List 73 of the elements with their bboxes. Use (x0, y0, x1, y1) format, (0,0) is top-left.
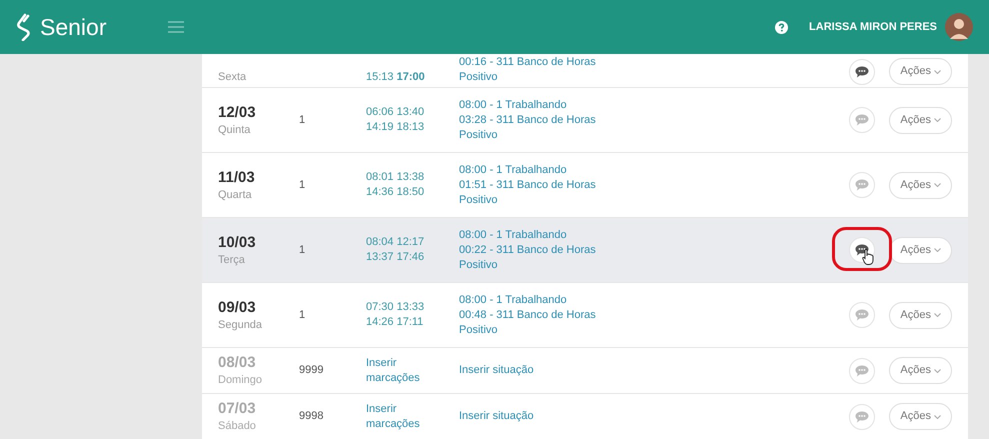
insert-status-link[interactable]: Inserir situação (459, 363, 819, 378)
actions-dropdown[interactable]: Ações (889, 106, 952, 134)
chevron-down-icon (934, 183, 941, 187)
menu-icon[interactable] (168, 21, 184, 33)
date: 12/03 (218, 102, 257, 122)
punch-times: 08:01 13:38 (366, 170, 426, 185)
punch-times: 08:04 12:17 (366, 235, 426, 250)
status-line: 08:00 - 1 Trabalhando (459, 98, 568, 112)
actions-dropdown[interactable]: Ações (889, 236, 952, 264)
chevron-down-icon (934, 248, 941, 252)
weekday: Quinta (218, 122, 252, 138)
date: 07/03 (218, 399, 257, 418)
punch-times: 15:13 17:00 (366, 70, 426, 85)
actions-dropdown[interactable]: Ações (889, 172, 952, 198)
status-line: 03:28 - 311 Banco de Horas (459, 112, 597, 128)
user-name[interactable]: LARISSA MIRON PERES (809, 18, 937, 36)
status-line: Positivo (459, 192, 499, 208)
count: 1 (299, 178, 306, 191)
count: 1 (299, 114, 306, 126)
chevron-down-icon (934, 70, 941, 74)
speech-bubble-icon (855, 410, 870, 422)
actions-dropdown[interactable]: Ações (889, 302, 952, 328)
speech-bubble-icon (855, 364, 870, 376)
status-line: 00:22 - 311 Banco de Horas (459, 242, 597, 258)
count: 9998 (299, 410, 324, 422)
chevron-down-icon (934, 313, 941, 317)
weekday: Quarta (218, 188, 253, 202)
punch-times: 14:19 18:13 (366, 120, 426, 135)
status-line: 00:48 - 311 Banco de Horas (459, 308, 597, 322)
comment-button[interactable] (849, 58, 876, 84)
status-line: 01:51 - 311 Banco de Horas (459, 178, 597, 192)
speech-bubble-icon (855, 114, 870, 126)
status-line: 08:00 - 1 Trabalhando (459, 162, 568, 178)
punch-times: 07:30 13:33 (366, 300, 426, 315)
chevron-down-icon (934, 118, 941, 122)
weekday: Domingo (218, 373, 264, 388)
punch-times: 06:06 13:40 (366, 105, 426, 120)
speech-bubble-icon (855, 179, 870, 191)
status-line: 00:16 - 311 Banco de Horas (459, 55, 597, 70)
status-line: Positivo (459, 258, 499, 272)
hand-cursor-icon (862, 249, 874, 265)
date: 11/03 (218, 168, 256, 186)
weekday: Sábado (218, 419, 257, 434)
insert-punches-link[interactable]: Inserir marcações (366, 356, 459, 386)
weekday: Segunda (218, 318, 264, 332)
speech-bubble-icon (855, 309, 870, 321)
status-line: 08:00 - 1 Trabalhando (459, 228, 568, 242)
speech-bubble-icon (855, 66, 870, 78)
help-icon[interactable] (775, 20, 788, 34)
count: 1 (299, 308, 306, 321)
punch-times: 14:26 17:11 (366, 315, 424, 330)
avatar[interactable] (945, 13, 973, 41)
status-line: Positivo (459, 128, 499, 142)
insert-status-link[interactable]: Inserir situação (459, 409, 819, 424)
count: 1 (299, 244, 306, 256)
insert-punches-link[interactable]: Inserir marcações (366, 402, 459, 432)
chevron-down-icon (934, 368, 941, 372)
actions-dropdown[interactable]: Ações (889, 357, 952, 384)
punch-times: 13:37 17:46 (366, 250, 426, 265)
date: 08/03 (218, 353, 257, 372)
weekday: Terça (218, 252, 246, 268)
count: 9999 (299, 364, 324, 376)
status-line: 08:00 - 1 Trabalhando (459, 292, 568, 308)
punch-times: 14:36 18:50 (366, 185, 426, 200)
brand-name: Senior (40, 12, 106, 42)
status-line: Positivo (459, 70, 499, 85)
status-line: Positivo (459, 322, 499, 338)
weekday: Sexta (218, 70, 248, 85)
date: 09/03 (218, 298, 257, 316)
date: 10/03 (218, 232, 257, 252)
actions-dropdown[interactable]: Ações (889, 58, 952, 85)
actions-dropdown[interactable]: Ações (889, 403, 952, 430)
chevron-down-icon (934, 414, 941, 418)
